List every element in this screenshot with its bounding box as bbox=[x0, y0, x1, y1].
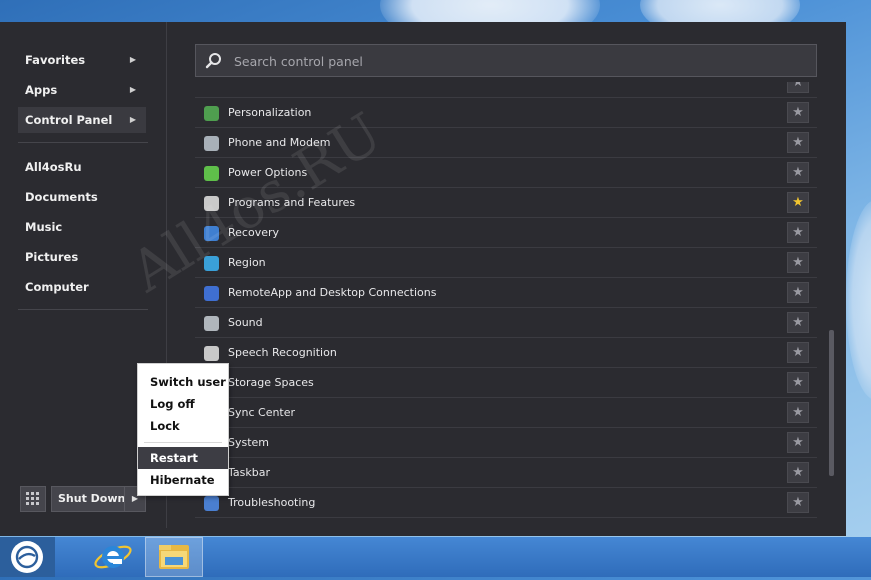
sidebar-divider bbox=[18, 142, 148, 143]
list-item[interactable]: ★ bbox=[195, 82, 817, 98]
wallpaper-flower bbox=[846, 200, 871, 400]
sidebar-item-apps[interactable]: Apps ▶ bbox=[18, 77, 146, 103]
folder-icon bbox=[159, 545, 189, 569]
sound-icon bbox=[204, 316, 219, 331]
list-item[interactable]: Phone and Modem ★ bbox=[195, 128, 817, 158]
sidebar-item-control-panel[interactable]: Control Panel ▶ bbox=[18, 107, 146, 133]
sidebar-item-pictures[interactable]: Pictures bbox=[18, 244, 146, 270]
favorite-star-button[interactable]: ★ bbox=[787, 372, 809, 393]
list-item[interactable]: Sync Center ★ bbox=[195, 398, 817, 428]
recovery-icon bbox=[204, 226, 219, 241]
sidebar-item-label: All4osRu bbox=[25, 160, 82, 174]
sidebar-item-music[interactable]: Music bbox=[18, 214, 146, 240]
list-item[interactable]: Programs and Features ★ bbox=[195, 188, 817, 218]
list-item-label: Speech Recognition bbox=[228, 346, 337, 359]
phone-icon bbox=[204, 136, 219, 151]
taskbar bbox=[0, 537, 871, 577]
sidebar-item-user-folder[interactable]: All4osRu bbox=[18, 154, 146, 180]
control-panel-list: ★ Personalization ★ Phone and Modem ★ Power O… bbox=[195, 82, 817, 528]
list-item-label: Phone and Modem bbox=[228, 136, 331, 149]
microphone-icon bbox=[204, 346, 219, 361]
sidebar-item-label: Apps bbox=[25, 83, 58, 97]
favorite-star-button[interactable]: ★ bbox=[787, 402, 809, 423]
favorite-star-button[interactable]: ★ bbox=[787, 492, 809, 513]
menu-item-hibernate[interactable]: Hibernate bbox=[138, 469, 228, 491]
chevron-right-icon: ▶ bbox=[129, 55, 136, 64]
list-item[interactable]: Region ★ bbox=[195, 248, 817, 278]
programs-icon bbox=[204, 196, 219, 211]
internet-explorer-icon bbox=[94, 545, 132, 569]
sidebar-divider bbox=[18, 309, 148, 310]
list-item-label: Troubleshooting bbox=[228, 496, 316, 509]
list-item-label: Taskbar bbox=[228, 466, 270, 479]
list-item[interactable]: Storage Spaces ★ bbox=[195, 368, 817, 398]
favorite-star-button[interactable]: ★ bbox=[787, 162, 809, 183]
start-menu: Favorites ▶ Apps ▶ Control Panel ▶ All4o… bbox=[0, 22, 846, 536]
list-item-label: Region bbox=[228, 256, 266, 269]
sidebar-item-label: Control Panel bbox=[25, 113, 113, 127]
list-item-label: Personalization bbox=[228, 106, 312, 119]
menu-divider bbox=[144, 442, 222, 443]
list-item[interactable]: Recovery ★ bbox=[195, 218, 817, 248]
list-item-label: Recovery bbox=[228, 226, 280, 239]
chevron-right-icon: ▶ bbox=[129, 115, 136, 124]
file-explorer-taskbar-button[interactable] bbox=[145, 537, 203, 577]
troubleshooting-icon bbox=[204, 496, 219, 511]
power-menu: Switch user Log off Lock Restart Hiberna… bbox=[137, 363, 229, 496]
list-item[interactable]: Speech Recognition ★ bbox=[195, 338, 817, 368]
favorite-star-button[interactable]: ★ bbox=[787, 252, 809, 273]
favorite-star-button[interactable]: ★ bbox=[787, 462, 809, 483]
list-item[interactable]: Personalization ★ bbox=[195, 98, 817, 128]
list-item-label: RemoteApp and Desktop Connections bbox=[228, 286, 437, 299]
list-item[interactable]: Power Options ★ bbox=[195, 158, 817, 188]
favorite-star-button[interactable]: ★ bbox=[787, 82, 809, 93]
list-item[interactable]: RemoteApp and Desktop Connections ★ bbox=[195, 278, 817, 308]
search-input[interactable] bbox=[232, 49, 806, 74]
list-item-label: Power Options bbox=[228, 166, 308, 179]
sidebar-item-label: Computer bbox=[25, 280, 89, 294]
sidebar-item-label: Music bbox=[25, 220, 63, 234]
remoteapp-icon bbox=[204, 286, 219, 301]
list-item[interactable]: System ★ bbox=[195, 428, 817, 458]
favorite-star-button[interactable]: ★ bbox=[787, 132, 809, 153]
all-apps-button[interactable] bbox=[20, 486, 46, 512]
list-item[interactable]: Sound ★ bbox=[195, 308, 817, 338]
menu-item-lock[interactable]: Lock bbox=[138, 415, 228, 437]
sidebar-item-label: Documents bbox=[25, 190, 98, 204]
favorite-star-button[interactable]: ★ bbox=[787, 102, 809, 123]
list-item-label: Sync Center bbox=[228, 406, 296, 419]
menu-item-restart[interactable]: Restart bbox=[138, 447, 228, 469]
favorite-star-button[interactable]: ★ bbox=[787, 432, 809, 453]
search-box[interactable] bbox=[195, 44, 817, 77]
list-item-label: Programs and Features bbox=[228, 196, 356, 209]
region-icon bbox=[204, 256, 219, 271]
sidebar-item-favorites[interactable]: Favorites ▶ bbox=[18, 47, 146, 73]
start-orb-icon bbox=[11, 541, 43, 573]
sidebar-item-computer[interactable]: Computer bbox=[18, 274, 146, 300]
favorite-star-button[interactable]: ★ bbox=[787, 342, 809, 363]
menu-item-switch-user[interactable]: Switch user bbox=[138, 371, 228, 393]
list-item-label: Storage Spaces bbox=[228, 376, 314, 389]
list-item-label: System bbox=[228, 436, 270, 449]
power-icon bbox=[204, 166, 219, 181]
list-item-label: Sound bbox=[228, 316, 263, 329]
sidebar-item-documents[interactable]: Documents bbox=[18, 184, 146, 210]
favorite-star-button[interactable]: ★ bbox=[787, 282, 809, 303]
personalization-icon bbox=[204, 106, 219, 121]
sidebar-item-label: Pictures bbox=[25, 250, 79, 264]
menu-item-log-off[interactable]: Log off bbox=[138, 393, 228, 415]
internet-explorer-taskbar-button[interactable] bbox=[90, 539, 136, 575]
chevron-right-icon: ▶ bbox=[129, 85, 136, 94]
search-icon bbox=[205, 53, 221, 69]
list-item[interactable]: Taskbar ★ bbox=[195, 458, 817, 488]
start-button[interactable] bbox=[0, 537, 55, 577]
scrollbar-thumb[interactable] bbox=[829, 330, 834, 476]
favorite-star-button-active[interactable]: ★ bbox=[787, 192, 809, 213]
sidebar-item-label: Favorites bbox=[25, 53, 86, 67]
favorite-star-button[interactable]: ★ bbox=[787, 312, 809, 333]
grid-icon bbox=[26, 492, 39, 505]
list-item[interactable]: Troubleshooting ★ bbox=[195, 488, 817, 518]
favorite-star-button[interactable]: ★ bbox=[787, 222, 809, 243]
